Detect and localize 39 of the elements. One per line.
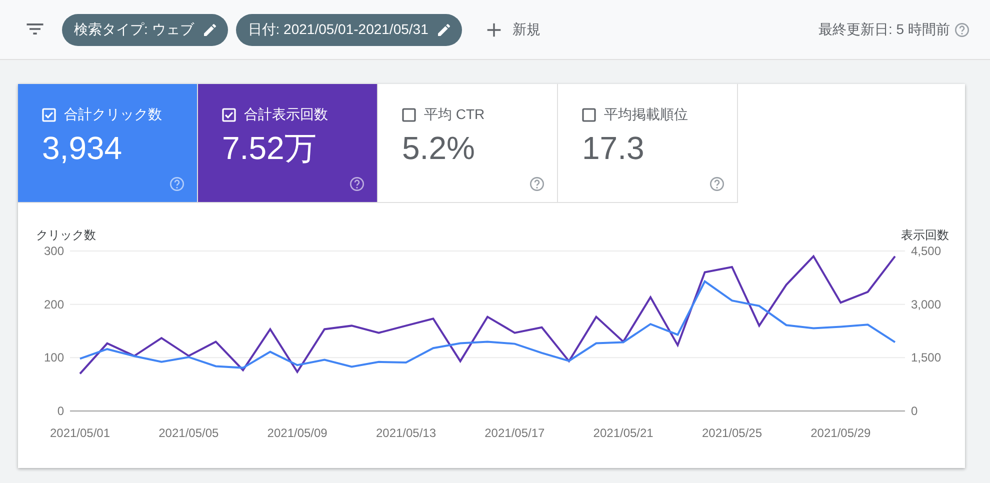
metric-value: 17.3: [582, 129, 646, 168]
tick-label: 2021/05/01: [50, 426, 110, 440]
new-button[interactable]: 新規: [478, 18, 546, 41]
metric-label: 平均掲載順位: [604, 105, 688, 124]
help-icon[interactable]: [709, 176, 725, 192]
metric-label: 合計表示回数: [244, 105, 328, 124]
tick-label: 4,500: [911, 244, 942, 258]
tick-label: 2021/05/05: [158, 426, 219, 440]
axis-title: クリック数: [36, 228, 96, 242]
metric-value: 3,934: [42, 129, 124, 168]
metric-value: 7.52万: [222, 129, 318, 168]
tick-label: 2021/05/21: [593, 426, 654, 440]
metric-value: 5.2%: [402, 129, 476, 168]
tick-label: 3,000: [911, 297, 942, 312]
tick-label: 200: [44, 297, 64, 312]
checkbox[interactable]: [402, 108, 416, 122]
help-icon[interactable]: [954, 22, 970, 38]
pencil-icon: [436, 22, 452, 38]
tick-label: 100: [44, 350, 64, 365]
tick-label: 2021/05/09: [267, 426, 328, 440]
tick-label: 2021/05/25: [702, 426, 762, 440]
filter-chip[interactable]: 検索タイプ: ウェブ: [62, 14, 228, 46]
help-icon[interactable]: [529, 176, 545, 192]
tick-label: 2021/05/17: [484, 426, 545, 440]
axis-title: 表示回数: [901, 228, 949, 242]
filter-chip[interactable]: 日付: 2021/05/01-2021/05/31: [236, 14, 462, 46]
metric-label: 合計クリック数: [64, 105, 162, 124]
checkbox[interactable]: [582, 108, 596, 122]
metric-tile[interactable]: 平均掲載順位 17.3: [558, 84, 738, 203]
tick-label: 0: [911, 404, 918, 418]
tick-label: 2021/05/13: [376, 426, 436, 440]
tick-label: 1,500: [911, 350, 942, 365]
tick-label: 0: [57, 404, 64, 418]
tick-label: 300: [44, 244, 64, 258]
last-updated-text: 最終更新日: 5 時間前: [818, 20, 950, 39]
pencil-icon: [202, 22, 218, 38]
metric-label: 平均 CTR: [424, 105, 485, 124]
metric-tile[interactable]: 平均 CTR 5.2%: [378, 84, 558, 203]
tick-label: 2021/05/29: [810, 426, 871, 440]
